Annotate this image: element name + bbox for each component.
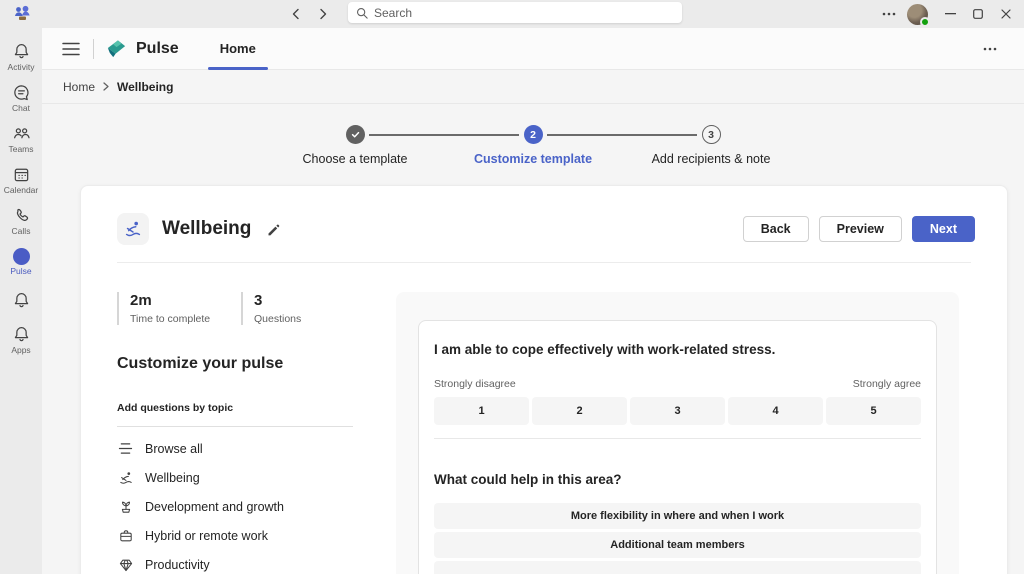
breadcrumb-chevron-icon (102, 82, 110, 91)
app-more-icon[interactable] (976, 35, 1004, 63)
template-title: Wellbeing (162, 218, 252, 239)
page-content: Choose a template 2 Customize template 3… (42, 104, 1024, 574)
phone-icon (12, 206, 31, 225)
topics-divider (117, 426, 353, 427)
step-customize-template[interactable]: 2 Customize template (369, 125, 622, 166)
people-icon (12, 124, 31, 143)
answer-option-1[interactable]: More flexibility in where and when I wor… (434, 503, 921, 529)
bell-icon (12, 325, 31, 344)
pulse-logo-icon (105, 37, 128, 60)
likert-scale: 1 2 3 4 5 (434, 397, 921, 425)
breadcrumb-home[interactable]: Home (63, 80, 95, 94)
close-button[interactable] (992, 0, 1020, 28)
sprout-icon (117, 499, 134, 515)
minimize-button[interactable] (936, 0, 964, 28)
step-done-check-icon (345, 125, 365, 144)
history-forward-icon[interactable] (312, 4, 334, 24)
sidebar-item-teams[interactable]: Teams (0, 119, 42, 159)
breadcrumb: Home Wellbeing (42, 70, 1024, 104)
wizard-stepper: Choose a template 2 Customize template 3… (42, 104, 1024, 166)
topic-productivity[interactable]: Productivity (117, 550, 396, 574)
sidebar-item-activity[interactable]: Activity (0, 37, 42, 77)
question-divider (434, 438, 921, 439)
template-editor-card: Wellbeing Back Preview Next 2m Time to c… (80, 185, 1008, 574)
search-icon (356, 7, 368, 19)
sidebar-item-calendar[interactable]: Calendar (0, 160, 42, 200)
user-avatar[interactable] (907, 3, 930, 27)
answer-options: More flexibility in where and when I wor… (434, 503, 921, 574)
search-input[interactable] (374, 5, 674, 20)
scale-option-4[interactable]: 4 (728, 397, 823, 425)
calendar-icon (12, 165, 31, 184)
scale-option-3[interactable]: 3 (630, 397, 725, 425)
gem-icon (117, 557, 134, 573)
search-box[interactable] (348, 2, 682, 23)
sidebar-item-chat[interactable]: Chat (0, 78, 42, 118)
app-name: Pulse (136, 39, 179, 57)
scale-option-5[interactable]: 5 (826, 397, 921, 425)
pulse-circle-icon (12, 248, 30, 266)
topic-browse-all[interactable]: Browse all (117, 434, 396, 463)
stat-questions: 3 Questions (241, 292, 301, 325)
scale-option-2[interactable]: 2 (532, 397, 627, 425)
customize-heading: Customize your pulse (117, 355, 284, 372)
maximize-button[interactable] (964, 0, 992, 28)
sidebar-item-calls[interactable]: Calls (0, 201, 42, 241)
briefcase-icon (117, 528, 134, 544)
step-number: 2 (523, 125, 543, 144)
breadcrumb-current: Wellbeing (117, 79, 174, 94)
status-available-icon (920, 16, 930, 27)
next-button[interactable]: Next (911, 216, 975, 242)
topics-label: Add questions by topic (117, 402, 234, 414)
answer-option-2[interactable]: Additional team members (434, 532, 921, 558)
answer-option-partial[interactable] (434, 561, 921, 574)
titlebar-more-icon[interactable] (875, 0, 903, 28)
pulse-preview-panel: I am able to cope effectively with work-… (396, 292, 959, 574)
sidebar-item-apps[interactable]: Apps (0, 320, 42, 360)
scale-max-label: Strongly agree (852, 378, 921, 390)
question-card: I am able to cope effectively with work-… (418, 320, 937, 574)
scale-option-1[interactable]: 1 (434, 397, 529, 425)
topic-wellbeing[interactable]: Wellbeing (117, 463, 396, 492)
preview-button[interactable]: Preview (818, 216, 902, 242)
step-number: 3 (701, 125, 721, 144)
bell-icon (12, 291, 31, 310)
topic-hybrid-remote[interactable]: Hybrid or remote work (117, 521, 396, 550)
step-choose-template[interactable]: Choose a template (266, 125, 444, 166)
scale-min-label: Strongly disagree (434, 378, 516, 390)
step-add-recipients[interactable]: 3 Add recipients & note (547, 125, 800, 166)
tab-home[interactable]: Home (205, 28, 271, 70)
stat-time-to-complete: 2m Time to complete (117, 292, 241, 325)
list-lines-icon (117, 442, 134, 455)
chat-icon (12, 83, 31, 102)
app-rail: Activity Chat Teams Calendar Calls Pulse (0, 28, 42, 574)
teams-app-icon (13, 5, 32, 21)
sidebar-item-pulse[interactable]: Pulse (0, 242, 42, 282)
sidebar-item-pinned-app[interactable] (0, 283, 42, 319)
bell-icon (12, 42, 31, 61)
question-1-text: I am able to cope effectively with work-… (434, 342, 776, 357)
back-button[interactable]: Back (742, 216, 809, 242)
history-back-icon[interactable] (285, 4, 307, 24)
question-2-text: What could help in this area? (434, 472, 622, 487)
customize-panel: 2m Time to complete 3 Questions Customiz… (117, 292, 396, 574)
header-divider (93, 38, 94, 59)
wellbeing-icon (117, 470, 134, 486)
edit-title-icon[interactable] (262, 218, 284, 240)
topic-development-growth[interactable]: Development and growth (117, 492, 396, 521)
wellbeing-template-icon (117, 213, 149, 245)
hamburger-menu-icon[interactable] (60, 38, 82, 60)
app-header: Pulse Home (42, 28, 1024, 70)
window-titlebar (0, 0, 1024, 28)
